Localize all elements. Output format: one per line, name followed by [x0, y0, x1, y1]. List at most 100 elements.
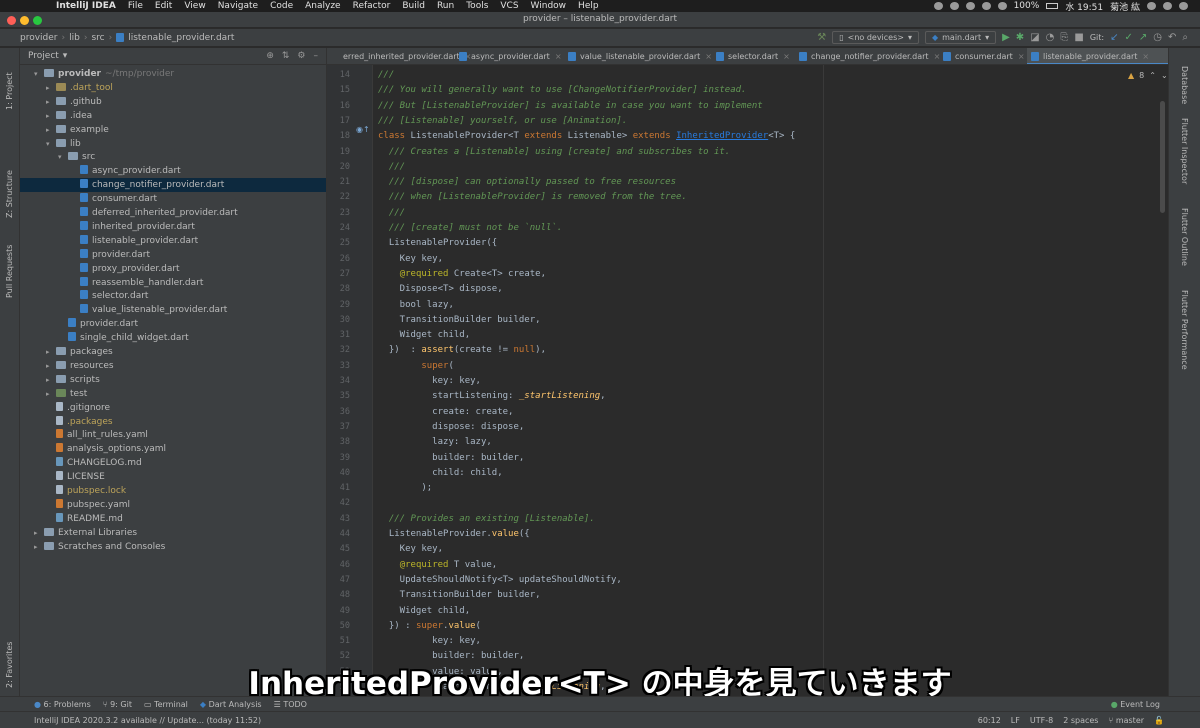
notification-center-icon[interactable] — [1179, 2, 1188, 10]
tree-item[interactable]: pubspec.lock — [20, 484, 326, 498]
history-icon[interactable]: ◷ — [1153, 32, 1162, 43]
chevron-down-icon[interactable]: ▾ — [34, 67, 44, 81]
menubar-clock[interactable]: 水 19:51 — [1065, 0, 1103, 13]
tree-item[interactable]: ▸ packages — [20, 345, 326, 359]
code-line[interactable]: TransitionBuilder builder, — [378, 313, 541, 328]
search-icon[interactable]: ⌕ — [1182, 32, 1188, 43]
close-tab-icon[interactable]: × — [1142, 52, 1149, 61]
menu-refactor[interactable]: Refactor — [353, 1, 391, 11]
code-line[interactable]: create: create, — [378, 405, 513, 420]
tree-item[interactable]: ▸ .dart_tool — [20, 81, 326, 95]
battery-level[interactable]: 100% — [1014, 1, 1040, 11]
status-message[interactable]: IntelliJ IDEA 2020.3.2 available // Upda… — [34, 716, 261, 725]
implementation-marker-icon[interactable]: ◉↑ — [356, 125, 370, 134]
menu-build[interactable]: Build — [402, 1, 425, 11]
tree-item[interactable]: selector.dart — [20, 289, 326, 303]
chevron-down-icon[interactable]: ▾ — [63, 51, 68, 61]
git-branch-widget[interactable]: ⑂ master — [1108, 716, 1144, 725]
device-selector[interactable]: ▯ <no devices> ▾ — [832, 31, 919, 44]
stop-icon[interactable]: ■ — [1074, 32, 1083, 43]
debug-icon[interactable]: ✱ — [1016, 32, 1024, 43]
status-icon[interactable] — [965, 2, 975, 10]
attach-icon[interactable]: ⎘ — [1060, 32, 1068, 43]
wifi-icon[interactable] — [997, 2, 1007, 10]
tree-item[interactable]: single_child_widget.dart — [20, 331, 326, 345]
tree-item[interactable]: listenable_provider.dart — [20, 234, 326, 248]
editor-tab[interactable]: change_notifier_provider.dart × — [795, 48, 940, 64]
code-line[interactable]: /// Creates a [Listenable] using [create… — [378, 145, 730, 160]
tool-tab-git[interactable]: ⑂ 9: Git — [103, 700, 132, 709]
code-line[interactable]: super( — [378, 359, 454, 374]
search-icon[interactable] — [1147, 2, 1156, 10]
git-push-icon[interactable]: ↗ — [1139, 32, 1147, 43]
tree-item[interactable]: async_provider.dart — [20, 164, 326, 178]
menu-view[interactable]: View — [184, 1, 205, 11]
chevron-right-icon[interactable]: ▸ — [46, 109, 56, 123]
tree-item[interactable]: .packages — [20, 415, 326, 429]
code-line[interactable]: /// when [ListenableProvider] is removed… — [378, 190, 687, 205]
profile-icon[interactable]: ◔ — [1046, 32, 1055, 43]
code-line[interactable]: /// Provides an existing [Listenable]. — [378, 512, 595, 527]
chevron-right-icon[interactable]: ▸ — [46, 81, 56, 95]
menu-edit[interactable]: Edit — [155, 1, 172, 11]
tree-item[interactable]: ▸ test — [20, 387, 326, 401]
code-line[interactable]: /// — [378, 160, 405, 175]
gear-icon[interactable]: ⚙ — [297, 51, 305, 61]
tree-item[interactable]: reassemble_handler.dart — [20, 276, 326, 290]
code-line[interactable]: startListening: _startListening, — [378, 389, 605, 404]
tree-item[interactable]: ▾ src — [20, 150, 326, 164]
project-view-selector[interactable]: Project — [28, 51, 59, 61]
editor-scrollbar[interactable] — [1160, 101, 1165, 213]
close-tab-icon[interactable]: × — [783, 52, 790, 61]
inspection-widget[interactable]: ▲ 8 ⌃ ⌄ — [1128, 71, 1168, 80]
code-line[interactable]: ); — [378, 481, 432, 496]
chevron-up-icon[interactable]: ⌃ — [1149, 71, 1156, 80]
tree-item[interactable]: value_listenable_provider.dart — [20, 303, 326, 317]
code-line[interactable]: key: key, — [378, 634, 481, 649]
code-line[interactable]: ListenableProvider.value({ — [378, 527, 530, 542]
editor-tab[interactable]: consumer.dart × — [939, 48, 1025, 64]
tree-item[interactable]: inherited_provider.dart — [20, 220, 326, 234]
tool-tab-pull-requests[interactable]: Pull Requests — [5, 245, 14, 298]
breadcrumb-src[interactable]: src — [91, 33, 104, 43]
coverage-icon[interactable]: ◪ — [1030, 32, 1039, 43]
code-line[interactable]: }) : super.value( — [378, 619, 481, 634]
tool-tab-flutter-performance[interactable]: Flutter Performance — [1180, 290, 1189, 370]
tree-item[interactable]: pubspec.yaml — [20, 498, 326, 512]
code-line[interactable]: Key key, — [378, 542, 443, 557]
code-line[interactable]: /// [create] must not be `null`. — [378, 221, 562, 236]
menu-tools[interactable]: Tools — [466, 1, 488, 11]
tree-item[interactable]: ▸ External Libraries — [20, 526, 326, 540]
menu-navigate[interactable]: Navigate — [218, 1, 258, 11]
tree-item[interactable]: all_lint_rules.yaml — [20, 428, 326, 442]
tree-item[interactable]: ▸ Scratches and Consoles — [20, 540, 326, 554]
menu-run[interactable]: Run — [437, 1, 454, 11]
tree-item[interactable]: ▸ resources — [20, 359, 326, 373]
code-line[interactable]: child: child, — [378, 466, 502, 481]
menu-window[interactable]: Window — [531, 1, 567, 11]
rollback-icon[interactable]: ↶ — [1168, 32, 1176, 43]
tree-item[interactable]: provider.dart — [20, 317, 326, 331]
tool-tab-flutter-inspector[interactable]: Flutter Inspector — [1180, 118, 1189, 184]
close-tab-icon[interactable]: × — [555, 52, 562, 61]
menu-vcs[interactable]: VCS — [500, 1, 518, 11]
status-icon[interactable] — [981, 2, 991, 10]
code-line[interactable]: TransitionBuilder builder, — [378, 588, 541, 603]
tool-tab-terminal[interactable]: ▭ Terminal — [144, 700, 188, 709]
code-line[interactable]: Dispose<T> dispose, — [378, 282, 503, 297]
editor-tab[interactable]: async_provider.dart × — [455, 48, 562, 64]
tree-item[interactable]: provider.dart — [20, 248, 326, 262]
tool-tab-problems[interactable]: ● 6: Problems — [34, 700, 91, 709]
siri-icon[interactable] — [1163, 2, 1172, 10]
code-line[interactable]: ListenableProvider({ — [378, 236, 497, 251]
code-line[interactable]: dispose: dispose, — [378, 420, 524, 435]
chevron-right-icon[interactable]: ▸ — [34, 540, 44, 554]
breadcrumb-lib[interactable]: lib — [69, 33, 80, 43]
collapse-icon[interactable]: ⇅ — [282, 51, 290, 61]
tree-item[interactable]: ▸ scripts — [20, 373, 326, 387]
code-line[interactable]: /// You will generally want to use [Chan… — [378, 83, 746, 98]
tool-tab-project[interactable]: 1: Project — [5, 72, 14, 110]
file-encoding[interactable]: UTF-8 — [1030, 716, 1053, 725]
code-line[interactable]: @required Create<T> create, — [378, 267, 546, 282]
tree-item[interactable]: change_notifier_provider.dart — [20, 178, 326, 193]
